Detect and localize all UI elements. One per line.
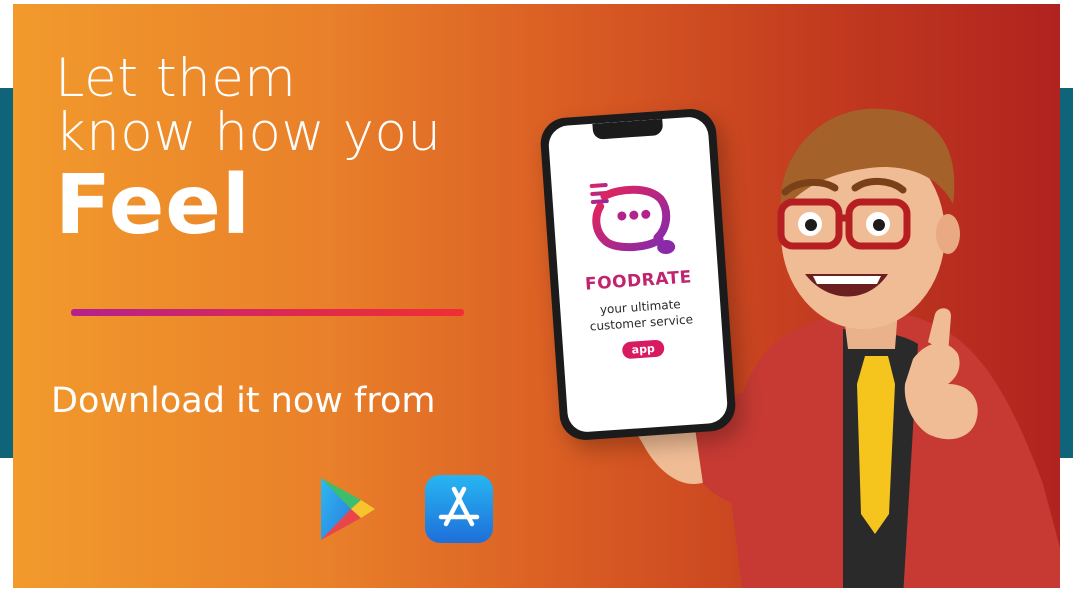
foodrate-logo-icon <box>589 183 676 254</box>
promo-banner: Let them know how you Feel Download it n… <box>13 4 1060 588</box>
app-badge: app <box>622 339 665 360</box>
headline-underline <box>71 309 464 316</box>
headline-line-2: know how you <box>55 102 442 163</box>
phone-notch <box>592 118 664 140</box>
headline-line-1: Let them <box>55 48 297 109</box>
badge-wrap: app <box>563 332 724 363</box>
app-tagline: your ultimate customer service <box>560 293 722 336</box>
google-play-icon[interactable] <box>317 476 379 542</box>
app-store-icon[interactable] <box>424 474 494 544</box>
headline: Let them know how you Feel <box>55 52 442 252</box>
headline-feel: Feel <box>55 158 252 253</box>
download-text: Download it now from <box>51 381 436 421</box>
phone-mockup: FOODRATE your ultimate customer service … <box>538 107 738 442</box>
phone-screen: FOODRATE your ultimate customer service … <box>547 115 729 434</box>
